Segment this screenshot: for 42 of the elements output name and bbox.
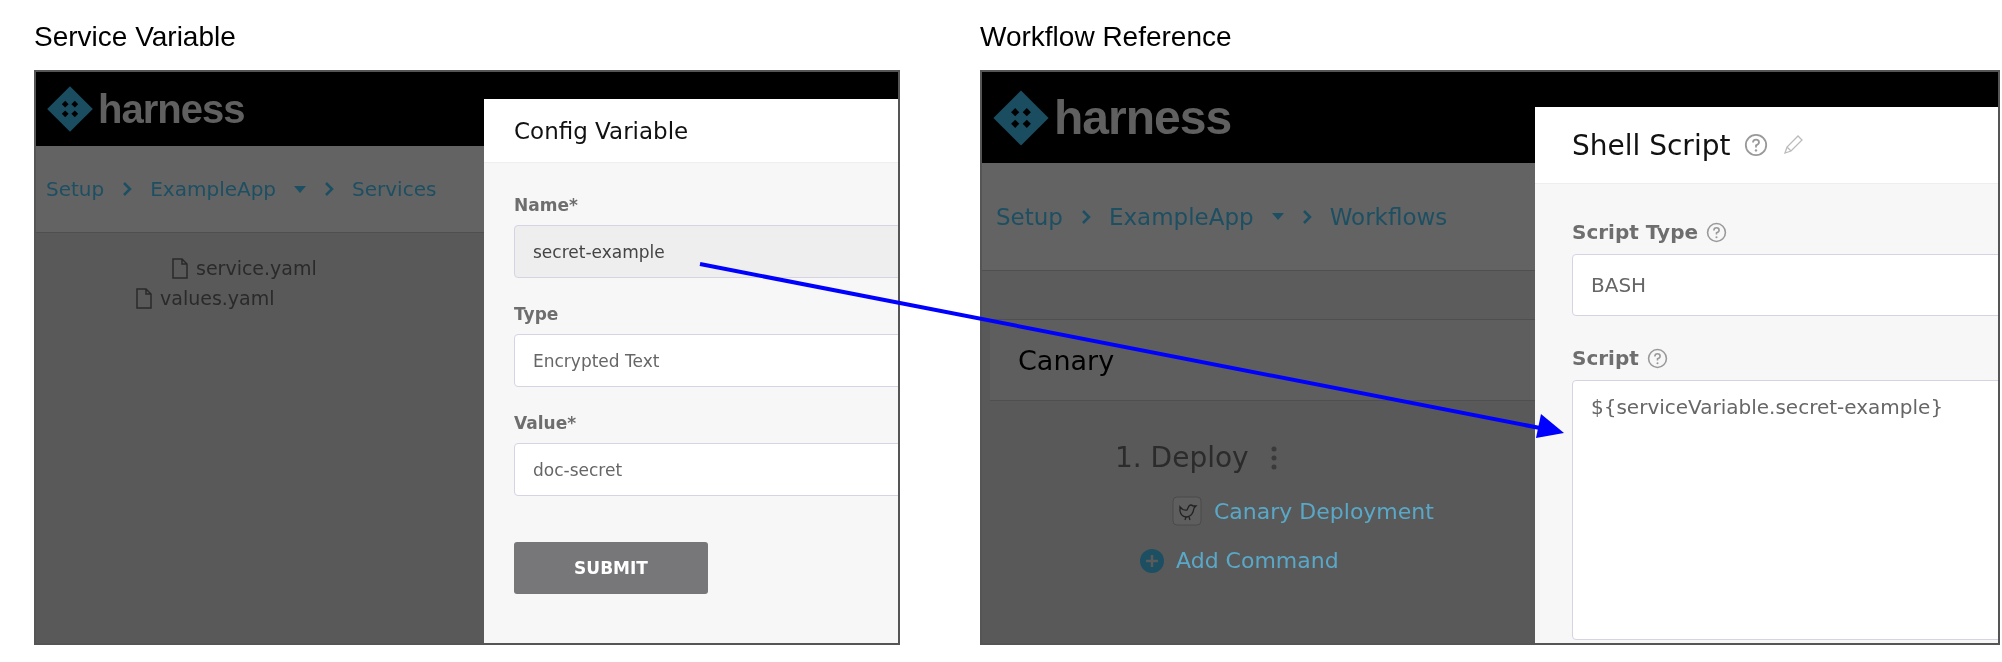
input-field[interactable]: Encrypted Text: [514, 334, 898, 387]
pencil-icon[interactable]: [1782, 134, 1805, 156]
submit-button[interactable]: SUBMIT: [514, 542, 708, 594]
caret-down-icon[interactable]: [1271, 213, 1284, 220]
chevron-right-icon: [122, 182, 133, 196]
add-command-link[interactable]: Add Command: [1176, 548, 1339, 573]
breadcrumb-link[interactable]: Workflows: [1329, 203, 1448, 230]
field-label: Value*: [514, 413, 577, 433]
breadcrumb-link[interactable]: Setup: [46, 177, 105, 201]
breadcrumb-link[interactable]: ExampleApp: [1108, 203, 1254, 230]
help-icon[interactable]: [1706, 221, 1727, 243]
file-icon: [172, 257, 188, 279]
logo-icon: [992, 88, 1050, 147]
chevron-right-icon: [1080, 209, 1091, 224]
input-field[interactable]: BASH: [1572, 254, 1998, 316]
section-title: Canary: [1018, 344, 1115, 376]
figure-caption: Service Variable: [34, 20, 237, 54]
figure-caption: Workflow Reference: [980, 20, 1233, 54]
dialog-title: Shell Script: [1572, 128, 1731, 162]
field-label: Type: [514, 304, 559, 324]
dialog-title: Config Variable: [514, 117, 689, 144]
field-label: Script: [1572, 346, 1639, 370]
plus-circle-icon[interactable]: [1140, 548, 1164, 573]
chevron-right-icon: [324, 182, 335, 196]
input-field[interactable]: doc-secret: [514, 443, 898, 496]
breadcrumb-link[interactable]: Services: [352, 177, 437, 201]
more-icon[interactable]: [1270, 445, 1277, 470]
breadcrumb-link[interactable]: ExampleApp: [150, 177, 277, 201]
help-icon[interactable]: [1744, 133, 1769, 157]
field-label: Script Type: [1572, 220, 1698, 244]
file-icon: [136, 287, 152, 309]
logo-icon: [46, 85, 94, 133]
help-icon[interactable]: [1646, 347, 1668, 369]
command-link[interactable]: Canary Deployment: [1214, 498, 1434, 524]
script-field[interactable]: ${serviceVariable.secret-example}: [1572, 380, 1998, 640]
field-label: Name*: [514, 195, 578, 215]
logo-text: harness: [1054, 90, 1232, 145]
breadcrumb-link[interactable]: Setup: [996, 203, 1063, 230]
caret-down-icon[interactable]: [294, 185, 307, 193]
logo-text: harness: [98, 86, 245, 132]
bird-icon: [1172, 496, 1202, 526]
chevron-right-icon: [1301, 209, 1312, 224]
